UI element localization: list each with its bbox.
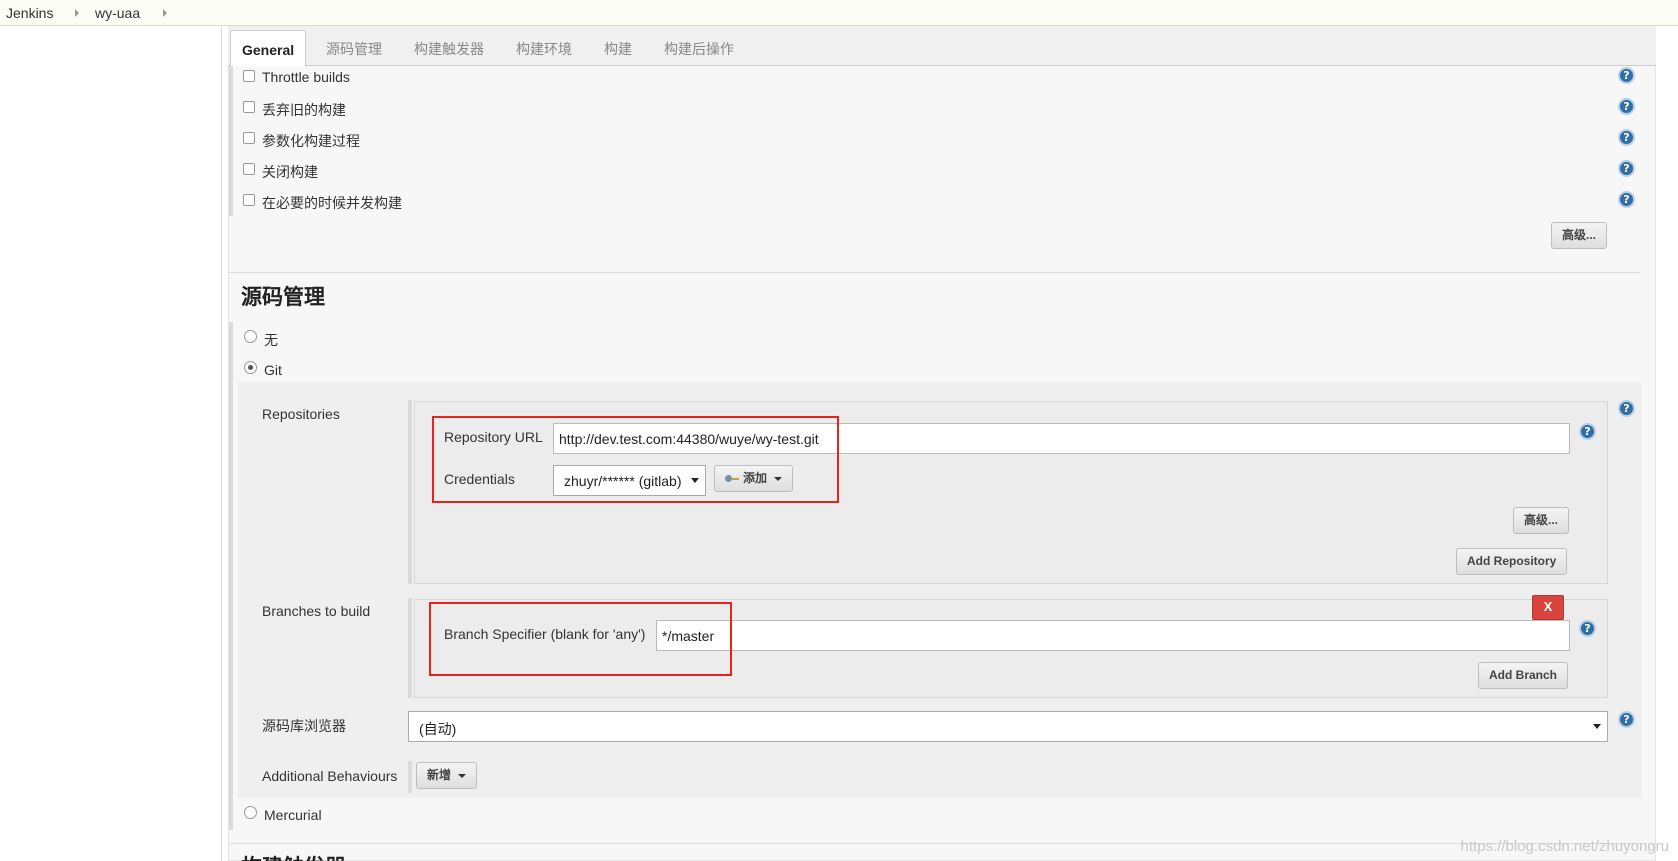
repositories-bar [408, 400, 412, 584]
section-bar [229, 322, 233, 830]
help-icon[interactable]: ? [1618, 129, 1635, 146]
section-divider [229, 272, 1640, 273]
help-icon[interactable]: ? [1579, 620, 1596, 637]
help-icon[interactable]: ? [1579, 423, 1596, 440]
add-behaviour-button[interactable]: 新增 [416, 762, 478, 789]
scm-mercurial-label: Mercurial [264, 807, 322, 823]
tab-build-environment[interactable]: 构建环境 [516, 39, 572, 59]
general-advanced-button[interactable]: 高级... [1551, 222, 1608, 249]
branches-label: Branches to build [262, 603, 371, 619]
tab-build-triggers[interactable]: 构建触发器 [414, 39, 484, 59]
add-branch-button[interactable]: Add Branch [1478, 662, 1569, 689]
chevron-right-icon [75, 9, 79, 17]
behaviours-bar [408, 761, 412, 793]
repository-browser-select[interactable]: (自动) [408, 711, 1608, 742]
disable-build-checkbox[interactable] [243, 163, 255, 175]
help-icon[interactable]: ? [1618, 711, 1635, 728]
help-icon[interactable]: ? [1618, 67, 1635, 84]
help-icon[interactable]: ? [1618, 98, 1635, 115]
discard-old-builds-label: 丢弃旧的构建 [262, 102, 346, 118]
scm-mercurial-radio[interactable] [244, 806, 257, 819]
breadcrumb-jenkins[interactable]: Jenkins [6, 5, 53, 21]
discard-old-builds-checkbox[interactable] [243, 101, 255, 113]
delete-branch-button[interactable]: X [1532, 595, 1564, 620]
parameterized-build-checkbox[interactable] [243, 132, 255, 144]
section-divider [229, 843, 1640, 844]
scm-none-radio[interactable] [244, 330, 257, 343]
branches-bar [408, 598, 412, 698]
repository-browser-value: (自动) [419, 721, 457, 737]
repositories-label: Repositories [262, 406, 340, 422]
scm-git-radio[interactable] [244, 361, 257, 374]
repository-browser-label: 源码库浏览器 [262, 718, 346, 734]
tab-post-build[interactable]: 构建后操作 [664, 39, 734, 59]
throttle-builds-checkbox[interactable] [243, 70, 255, 82]
throttle-builds-label: Throttle builds [262, 69, 350, 85]
scm-section-title: 源码管理 [241, 286, 325, 309]
add-repository-button[interactable]: Add Repository [1456, 548, 1568, 575]
chevron-down-icon [1593, 724, 1601, 729]
config-tabs: General 源码管理 构建触发器 构建环境 构建 构建后操作 [228, 26, 1656, 67]
chevron-right-icon [163, 9, 167, 17]
highlight-box [429, 602, 732, 676]
add-behaviour-label: 新增 [427, 768, 452, 782]
highlight-box [432, 416, 839, 503]
caret-down-icon [458, 773, 467, 778]
help-icon[interactable]: ? [1618, 191, 1635, 208]
help-icon[interactable]: ? [1618, 160, 1635, 177]
parameterized-build-label: 参数化构建过程 [262, 133, 360, 149]
build-triggers-section-title: 构建触发器 [241, 851, 346, 861]
concurrent-build-checkbox[interactable] [243, 194, 255, 206]
additional-behaviours-label: Additional Behaviours [262, 768, 398, 784]
help-icon[interactable]: ? [1618, 400, 1635, 417]
sidebar-divider [221, 26, 222, 861]
watermark: https://blog.csdn.net/zhuyongru [1460, 838, 1669, 855]
section-bar [229, 66, 233, 216]
repository-advanced-button[interactable]: 高级... [1513, 507, 1570, 534]
branch-specifier-input[interactable]: */master [656, 620, 1570, 651]
jenkins-config-page: Jenkins wy-uaa General 源码管理 构建触发器 构建环境 构… [0, 0, 1678, 861]
breadcrumb: Jenkins wy-uaa [0, 0, 1678, 26]
breadcrumb-job[interactable]: wy-uaa [95, 5, 140, 21]
disable-build-label: 关闭构建 [262, 164, 318, 180]
scm-none-label: 无 [264, 332, 278, 348]
tab-build[interactable]: 构建 [604, 39, 632, 59]
concurrent-build-label: 在必要的时候并发构建 [262, 195, 402, 211]
tab-scm[interactable]: 源码管理 [326, 39, 382, 59]
tab-general[interactable]: General [230, 30, 307, 67]
scm-git-label: Git [264, 362, 282, 378]
